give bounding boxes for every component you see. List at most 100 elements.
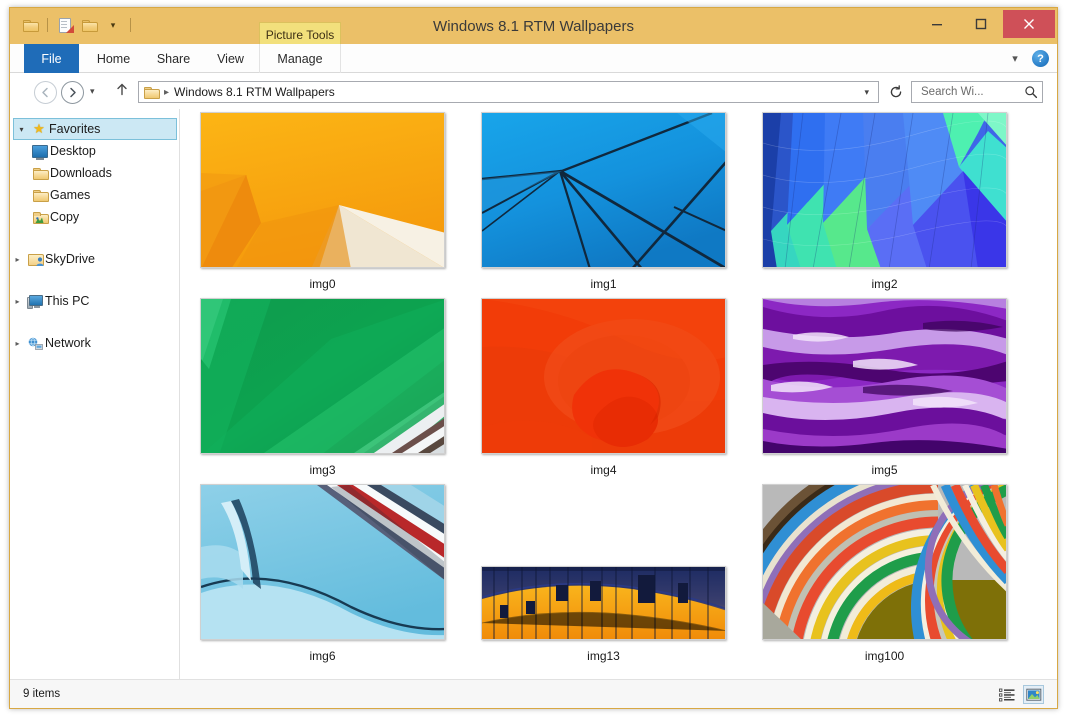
- thumbnail-wrap: [481, 484, 726, 640]
- thumbnail-wrap: [762, 298, 1007, 454]
- help-button[interactable]: ?: [1032, 50, 1049, 67]
- contextual-tab-group-picture-tools: Picture Tools: [259, 22, 341, 46]
- up-button[interactable]: [115, 82, 129, 101]
- thumbnail-wrap: [481, 112, 726, 268]
- tab-share[interactable]: Share: [145, 44, 202, 73]
- window-title: Windows 8.1 RTM Wallpapers: [10, 8, 1057, 44]
- file-name-label: img13: [587, 649, 620, 663]
- thumbnail-wrap: [762, 484, 1007, 640]
- thumbnail-purple-waves: [762, 298, 1007, 454]
- contextual-tab-group-label: Picture Tools: [266, 28, 334, 42]
- thumbnail-wrap: [200, 484, 445, 640]
- tab-view[interactable]: View: [204, 44, 257, 73]
- back-button[interactable]: [34, 81, 57, 104]
- file-list-view[interactable]: img0: [180, 109, 1057, 679]
- file-name-label: img5: [871, 463, 897, 477]
- file-item-img100[interactable]: img100: [742, 484, 1027, 663]
- navigation-bar: ▾ ▸ Windows 8.1 RTM Wallpapers ▾: [10, 73, 1057, 109]
- thumbnail-wrap: [762, 112, 1007, 268]
- tab-file[interactable]: File: [24, 44, 79, 73]
- sidebar-item-games[interactable]: Games: [10, 184, 179, 206]
- sidebar-item-label: Downloads: [50, 166, 112, 180]
- content-area: ▾ ★ Favorites Desktop Downloads Games: [10, 109, 1057, 679]
- sidebar-item-desktop[interactable]: Desktop: [10, 140, 179, 162]
- skydrive-icon: [25, 253, 45, 265]
- thumbnail-wrap: [200, 112, 445, 268]
- large-icons-view-button[interactable]: [1023, 685, 1044, 704]
- sidebar-item-copy[interactable]: Copy: [10, 206, 179, 228]
- sidebar-item-network[interactable]: ▸ Network: [10, 332, 179, 354]
- thumbnail-green-gloss: [200, 298, 445, 454]
- sidebar-spacer-2: [10, 270, 179, 290]
- thumbnail-red-swirl: [481, 298, 726, 454]
- file-name-label: img4: [590, 463, 616, 477]
- sidebar-item-favorites[interactable]: ▾ ★ Favorites: [13, 118, 177, 140]
- refresh-button[interactable]: [885, 81, 907, 103]
- sidebar-item-label: This PC: [45, 294, 89, 308]
- qat-folder-icon[interactable]: [20, 15, 40, 35]
- file-item-img2[interactable]: img2: [742, 112, 1027, 291]
- file-item-img13[interactable]: img13: [461, 484, 746, 663]
- qat-separator-2: [130, 18, 131, 32]
- this-pc-icon: [25, 295, 45, 308]
- search-input[interactable]: [919, 85, 1024, 99]
- star-icon: ★: [29, 121, 49, 137]
- address-folder-icon: [144, 86, 159, 98]
- status-bar: 9 items: [10, 679, 1057, 708]
- expand-triangle-icon[interactable]: ▸: [10, 297, 25, 306]
- thumbnail-blue-lines: [481, 112, 726, 268]
- file-item-img6[interactable]: img6: [180, 484, 465, 663]
- file-item-img1[interactable]: img1: [461, 112, 746, 291]
- sidebar-item-downloads[interactable]: Downloads: [10, 162, 179, 184]
- breadcrumb-separator-icon: ▸: [164, 87, 169, 98]
- breadcrumb-path[interactable]: Windows 8.1 RTM Wallpapers: [174, 85, 857, 99]
- file-name-label: img2: [871, 277, 897, 291]
- sidebar-spacer-3: [10, 312, 179, 332]
- ribbon-tab-strip: File Home Share View Manage ▾ ?: [10, 44, 1057, 73]
- thumbnail-rainbow-curves: [762, 484, 1007, 640]
- qat-separator: [47, 18, 48, 32]
- file-name-label: img6: [309, 649, 335, 663]
- address-bar[interactable]: ▸ Windows 8.1 RTM Wallpapers ▾: [138, 81, 879, 103]
- title-bar: ▾ Picture Tools Windows 8.1 RTM Wallpape…: [10, 8, 1057, 44]
- file-name-label: img100: [865, 649, 904, 663]
- thumbnail-blue-car-trim: [200, 484, 445, 640]
- sidebar-item-this-pc[interactable]: ▸ This PC: [10, 290, 179, 312]
- forward-button[interactable]: [61, 81, 84, 104]
- address-chevron-down-icon[interactable]: ▾: [857, 87, 876, 98]
- maximize-button[interactable]: [959, 10, 1003, 38]
- expand-triangle-icon[interactable]: ▸: [10, 255, 25, 264]
- tab-home[interactable]: Home: [85, 44, 142, 73]
- thumbnail-glass-facade: [481, 566, 726, 640]
- folder-sync-icon: [30, 211, 50, 223]
- item-count-label: 9 items: [23, 688, 60, 700]
- thumbnail-wrap: [200, 298, 445, 454]
- file-name-label: img1: [590, 277, 616, 291]
- search-icon[interactable]: [1024, 85, 1038, 99]
- monitor-icon: [30, 145, 50, 158]
- recent-locations-chevron-down-icon[interactable]: ▾: [90, 86, 95, 97]
- minimize-button[interactable]: [915, 10, 959, 38]
- tab-manage[interactable]: Manage: [259, 44, 341, 73]
- collapse-triangle-icon[interactable]: ▾: [14, 125, 29, 134]
- qat-customize-chevron-down-icon[interactable]: ▾: [103, 15, 123, 35]
- view-mode-buttons: [996, 685, 1044, 704]
- file-name-label: img3: [309, 463, 335, 477]
- file-item-img3[interactable]: img3: [180, 298, 465, 477]
- qat-new-folder-icon[interactable]: [79, 15, 99, 35]
- thumbnail-balloon-gores: [762, 112, 1007, 268]
- sidebar-item-label: Copy: [50, 210, 79, 224]
- expand-ribbon-chevron-down-icon[interactable]: ▾: [1006, 52, 1024, 65]
- file-item-img0[interactable]: img0: [180, 112, 465, 291]
- search-box[interactable]: [911, 81, 1043, 103]
- file-item-img5[interactable]: img5: [742, 298, 1027, 477]
- details-view-button[interactable]: [996, 685, 1017, 704]
- explorer-window: ▾ Picture Tools Windows 8.1 RTM Wallpape…: [9, 7, 1058, 709]
- qat-properties-icon[interactable]: [55, 15, 75, 35]
- file-item-img4[interactable]: img4: [461, 298, 746, 477]
- expand-triangle-icon[interactable]: ▸: [10, 339, 25, 348]
- sidebar-item-skydrive[interactable]: ▸ SkyDrive: [10, 248, 179, 270]
- close-button[interactable]: [1003, 10, 1055, 38]
- ribbon-right-controls: ▾ ?: [1006, 44, 1049, 73]
- window-controls: [915, 10, 1055, 38]
